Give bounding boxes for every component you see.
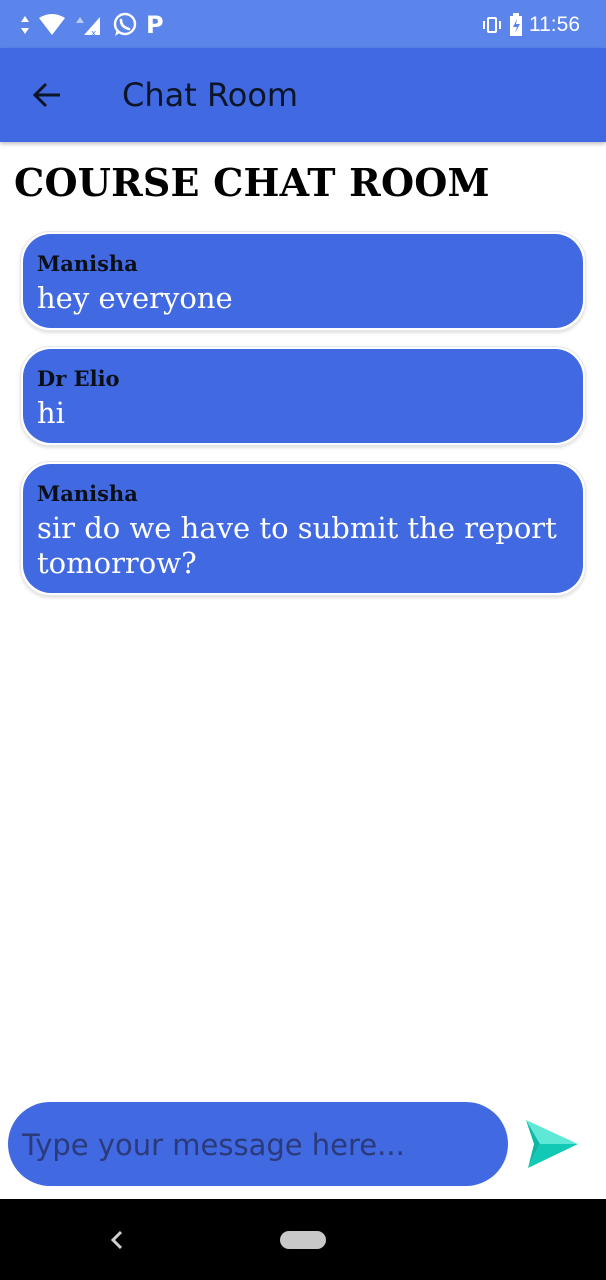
message-sender: Dr Elio bbox=[37, 366, 120, 391]
whatsapp-icon bbox=[113, 12, 137, 36]
message-input[interactable] bbox=[20, 1114, 500, 1176]
message-text: hey everyone bbox=[37, 281, 233, 315]
app-title: Chat Room bbox=[122, 76, 299, 114]
message-bubble: Manisha sir do we have to submit the rep… bbox=[23, 464, 583, 593]
page-title: COURSE CHAT ROOM bbox=[14, 160, 490, 205]
message-bubble: Dr Elio hi bbox=[23, 349, 583, 443]
status-icons-left: x P bbox=[20, 10, 164, 40]
back-arrow-icon bbox=[32, 82, 60, 108]
vibrate-icon bbox=[483, 17, 501, 33]
wifi-icon bbox=[39, 14, 65, 35]
app-bar: Chat Room bbox=[0, 48, 606, 142]
signal-icon: x bbox=[76, 17, 100, 37]
message-text: hi bbox=[37, 396, 65, 430]
send-button[interactable] bbox=[524, 1114, 580, 1172]
message-card: Manisha hey everyone bbox=[20, 231, 586, 331]
message-composer bbox=[8, 1102, 508, 1186]
clock: 11:56 bbox=[529, 13, 580, 36]
message-card: Manisha sir do we have to submit the rep… bbox=[20, 461, 586, 596]
p-icon: P bbox=[146, 11, 164, 39]
status-icons-right: 11:56 bbox=[481, 10, 580, 40]
message-card: Dr Elio hi bbox=[20, 346, 586, 446]
status-bar: x P 11:56 bbox=[0, 0, 606, 48]
message-text: sir do we have to submit the report tomo… bbox=[37, 511, 557, 580]
home-pill-icon[interactable] bbox=[280, 1231, 326, 1249]
nav-back-icon[interactable] bbox=[104, 1225, 130, 1255]
message-list: Manisha hey everyone Dr Elio hi Manisha … bbox=[20, 231, 586, 611]
svg-text:x: x bbox=[91, 29, 97, 37]
message-sender: Manisha bbox=[37, 481, 138, 506]
back-button[interactable] bbox=[24, 74, 70, 116]
message-sender: Manisha bbox=[37, 251, 138, 276]
message-bubble: Manisha hey everyone bbox=[23, 234, 583, 328]
send-icon bbox=[526, 1120, 578, 1168]
data-arrows-icon bbox=[21, 16, 29, 34]
battery-icon bbox=[510, 13, 522, 36]
